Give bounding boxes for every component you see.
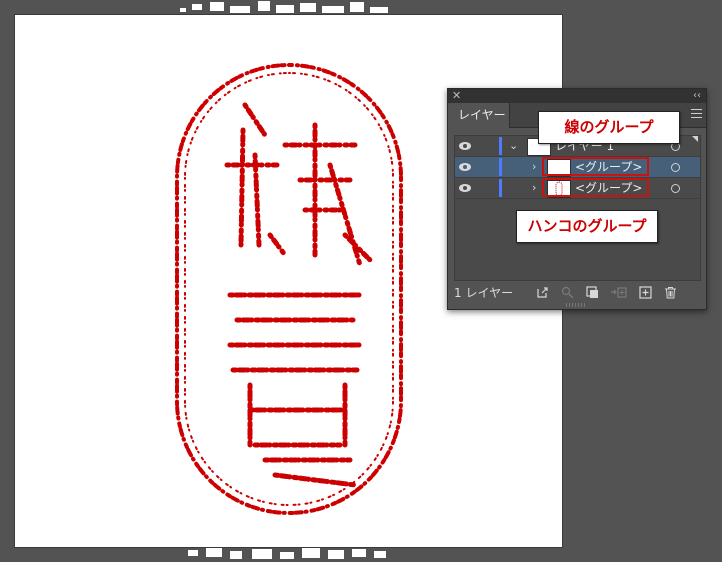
eye-icon[interactable]: [458, 183, 472, 193]
clipping-mask-icon[interactable]: [586, 286, 599, 299]
menu-icon[interactable]: [691, 109, 702, 119]
panel-titlebar[interactable]: ✕ ‹‹: [448, 89, 706, 103]
selection-corner-icon: [692, 136, 698, 142]
target-circle-icon[interactable]: [671, 184, 680, 193]
collapse-icon[interactable]: ‹‹: [693, 89, 701, 103]
chevron-down-icon[interactable]: ⌄: [509, 138, 518, 154]
stamp-overflow-top: [180, 1, 388, 13]
highlight-box-group-1: [542, 157, 649, 176]
trash-icon[interactable]: [664, 286, 677, 299]
panel-footer: 1 レイヤー: [448, 283, 706, 303]
chevron-right-icon[interactable]: ›: [532, 159, 536, 175]
chevron-right-icon[interactable]: ›: [532, 180, 536, 196]
callout-line-group-text: 線のグループ: [564, 118, 654, 136]
tab-layers[interactable]: レイヤー: [448, 103, 510, 128]
highlight-box-group-2: [542, 178, 649, 197]
resize-grip[interactable]: [566, 303, 586, 307]
layer-color-swatch: [499, 179, 502, 197]
layer-color-swatch: [499, 158, 502, 176]
stamp-overflow-bottom: [188, 548, 386, 559]
eye-icon[interactable]: [458, 141, 472, 151]
callout-hanko-group: ハンコのグループ: [516, 210, 658, 243]
new-sublayer-icon[interactable]: [610, 286, 627, 299]
new-layer-icon[interactable]: [639, 286, 652, 299]
layer-count: 1 レイヤー: [454, 286, 514, 300]
close-icon[interactable]: ✕: [452, 89, 461, 103]
callout-line-group: 線のグループ: [538, 111, 680, 144]
search-icon[interactable]: [561, 286, 574, 299]
target-circle-icon[interactable]: [671, 163, 680, 172]
export-icon[interactable]: [536, 286, 549, 299]
layer-color-swatch: [499, 137, 502, 155]
callout-hanko-group-text: ハンコのグループ: [527, 217, 647, 235]
eye-icon[interactable]: [458, 162, 472, 172]
layer-list: ⌄ レイヤー 1 › <グループ> › <グループ>: [454, 135, 701, 281]
